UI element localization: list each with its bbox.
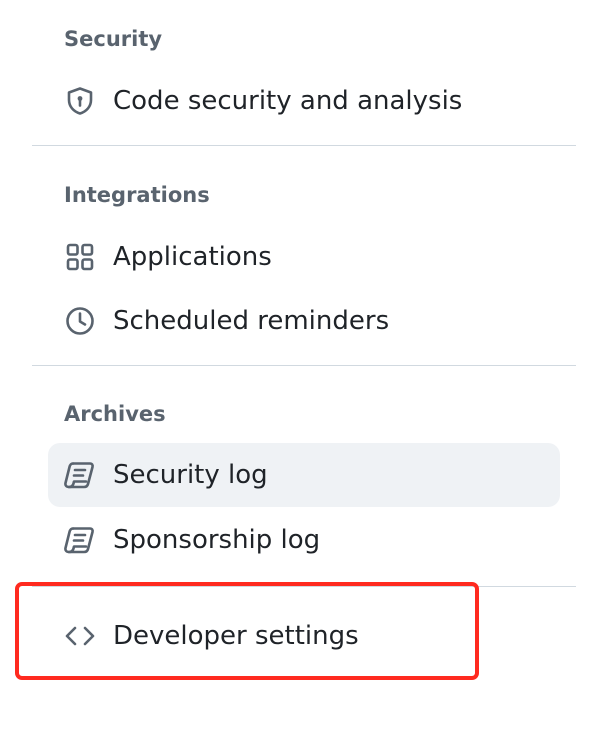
sidebar-item-sponsorship-log[interactable]: Sponsorship log [48, 508, 560, 572]
sidebar-item-applications[interactable]: Applications [48, 225, 560, 289]
sidebar-item-label: Developer settings [113, 621, 359, 651]
divider [32, 145, 576, 146]
section-heading-integrations: Integrations [64, 183, 210, 207]
sidebar-item-label: Applications [113, 242, 272, 272]
sidebar-item-label: Sponsorship log [113, 525, 321, 555]
sidebar-item-label: Scheduled reminders [113, 306, 390, 336]
shield-lock-icon [64, 85, 96, 117]
log-icon [64, 524, 96, 556]
clock-icon [64, 305, 96, 337]
settings-sidebar: Security Code security and analysis Inte… [0, 0, 593, 742]
log-icon [64, 459, 96, 491]
sidebar-item-label: Security log [113, 460, 268, 490]
sidebar-item-security-log[interactable]: Security log [48, 443, 560, 507]
sidebar-item-code-security[interactable]: Code security and analysis [48, 69, 560, 133]
section-heading-archives: Archives [64, 402, 166, 426]
divider [32, 586, 576, 587]
apps-icon [64, 241, 96, 273]
code-icon [64, 620, 96, 652]
sidebar-item-developer-settings[interactable]: Developer settings [48, 604, 560, 668]
sidebar-item-scheduled-reminders[interactable]: Scheduled reminders [48, 289, 560, 353]
section-heading-security: Security [64, 27, 163, 51]
divider [32, 365, 576, 366]
sidebar-item-label: Code security and analysis [113, 86, 463, 116]
